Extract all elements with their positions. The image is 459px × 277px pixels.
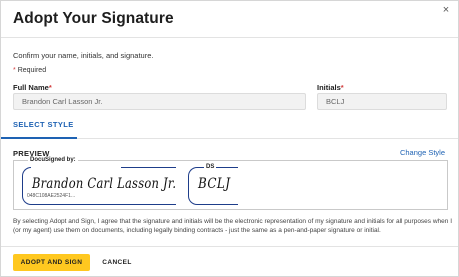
initials-field[interactable]: BCLJ	[317, 93, 447, 110]
adopt-signature-dialog: × Adopt Your Signature Confirm your name…	[0, 0, 459, 277]
full-name-label: Full Name*	[13, 83, 52, 92]
tab-select-style[interactable]: SELECT STYLE	[13, 120, 74, 129]
required-star: *	[13, 67, 16, 74]
full-name-label-text: Full Name	[13, 83, 49, 92]
full-name-required-star: *	[48, 83, 52, 92]
signature-caption: DocuSigned by:	[28, 157, 78, 163]
required-note: * Required	[13, 67, 46, 74]
initials-script: BCLJ	[198, 176, 231, 192]
signature-script: Brandon Carl Lasson Jr.	[32, 176, 177, 192]
header-divider	[1, 37, 458, 38]
cancel-button[interactable]: CANCEL	[98, 254, 136, 271]
initials-required-star: *	[340, 83, 344, 92]
dialog-subtitle: Confirm your name, initials, and signatu…	[13, 51, 154, 60]
full-name-field[interactable]: Brandon Carl Lasson Jr.	[13, 93, 306, 110]
close-icon[interactable]: ×	[440, 4, 452, 16]
initials-caption: DS	[204, 164, 217, 170]
adopt-and-sign-button[interactable]: ADOPT AND SIGN	[13, 254, 90, 271]
initials-label: Initials*	[317, 83, 344, 92]
dialog-title: Adopt Your Signature	[13, 10, 174, 27]
signature-preview: DocuSigned by: Brandon Carl Lasson Jr. 0…	[13, 157, 448, 210]
change-style-link[interactable]: Change Style	[400, 148, 445, 157]
signature-hash: 048C108AE2524F1...	[25, 193, 78, 199]
tab-active-indicator	[1, 137, 77, 139]
legal-disclaimer: By selecting Adopt and Sign, I agree tha…	[13, 218, 453, 234]
initials-label-text: Initials	[317, 83, 341, 92]
required-text: Required	[17, 67, 47, 74]
footer-divider	[1, 246, 458, 247]
